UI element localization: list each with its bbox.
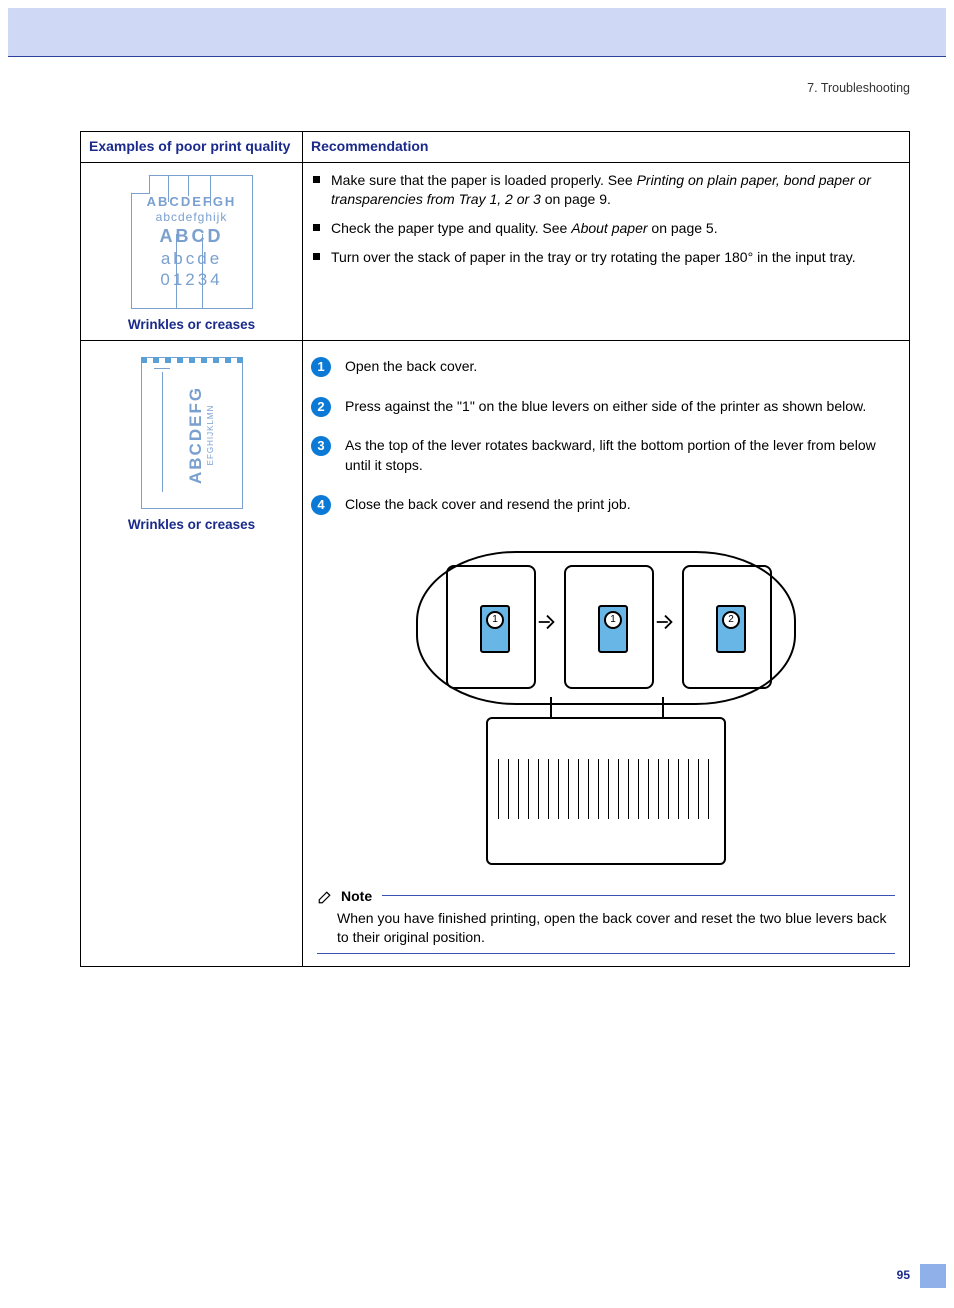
note-label: Note	[341, 888, 372, 904]
sample-text: 01234	[146, 269, 238, 290]
sample-text: abcde	[146, 248, 238, 269]
rec-text: Make sure that the paper is loaded prope…	[331, 172, 637, 188]
recommendation-item: Check the paper type and quality. See Ab…	[311, 219, 901, 248]
troubleshooting-table: Examples of poor print quality Recommend…	[80, 131, 910, 967]
table-row: ABCDEFGH abcdefghijk ABCD abcde 01234 Wr…	[81, 163, 910, 341]
step-text: As the top of the lever rotates backward…	[345, 437, 876, 473]
doc-xref-link[interactable]: About paper	[571, 220, 647, 236]
col-header-examples: Examples of poor print quality	[81, 132, 303, 163]
procedure-steps: 1 Open the back cover. 2 Press against t…	[311, 357, 901, 535]
rec-text: Check the paper type and quality. See	[331, 220, 571, 236]
step-number-icon: 3	[311, 436, 331, 456]
sample-text: EFGHIJKLMN	[206, 386, 215, 484]
rec-text: on page 9.	[541, 191, 611, 207]
sample-text: ABCDEFG	[186, 386, 206, 484]
arrow-right-icon	[536, 611, 558, 633]
note-block: Note When you have finished printing, op…	[317, 887, 895, 954]
sample-text: abcdefghijk	[146, 210, 238, 225]
step-number-icon: 4	[311, 495, 331, 515]
sample-text: ABCDEFGH	[146, 194, 238, 210]
recommendation-item: Turn over the stack of paper in the tray…	[311, 248, 901, 277]
recommendation-list: Make sure that the paper is loaded prope…	[311, 171, 901, 277]
example-caption: Wrinkles or creases	[89, 317, 294, 332]
lever-label: 1	[604, 611, 622, 629]
example-caption: Wrinkles or creases	[89, 517, 294, 532]
lever-diagram-illustration: 1 1 2	[406, 545, 806, 865]
lever-label: 1	[486, 611, 504, 629]
rec-text: on page 5.	[648, 220, 718, 236]
example-thumbnail-wrinkles-1: ABCDEFGH abcdefghijk ABCD abcde 01234	[131, 175, 253, 309]
section-index-tab[interactable]	[920, 1264, 946, 1288]
pdf-top-band	[8, 8, 946, 56]
step-number-icon: 1	[311, 357, 331, 377]
step-number-icon: 2	[311, 397, 331, 417]
step-text: Open the back cover.	[345, 358, 477, 374]
lever-label: 2	[722, 611, 740, 629]
col-header-recommendation: Recommendation	[303, 132, 910, 163]
step-item: 1 Open the back cover.	[311, 357, 901, 397]
table-row: ABCDEFG EFGHIJKLMN Wrinkles or creases 1…	[81, 341, 910, 967]
recommendation-item: Make sure that the paper is loaded prope…	[311, 171, 901, 219]
arrow-right-icon	[654, 611, 676, 633]
page: 7. Troubleshooting Examples of poor prin…	[0, 81, 954, 1308]
note-body: When you have finished printing, open th…	[317, 905, 895, 953]
sample-text: ABCD	[146, 225, 238, 248]
step-item: 3 As the top of the lever rotates backwa…	[311, 436, 901, 495]
example-thumbnail-wrinkles-2: ABCDEFG EFGHIJKLMN	[141, 357, 243, 509]
step-item: 4 Close the back cover and resend the pr…	[311, 495, 901, 535]
step-text: Close the back cover and resend the prin…	[345, 496, 631, 512]
page-number: 95	[897, 1268, 910, 1282]
header-rule	[8, 56, 946, 57]
rec-text: Turn over the stack of paper in the tray…	[331, 249, 856, 265]
note-pencil-icon	[317, 887, 335, 905]
step-item: 2 Press against the "1" on the blue leve…	[311, 397, 901, 437]
step-text: Press against the "1" on the blue levers…	[345, 398, 866, 414]
section-title: 7. Troubleshooting	[80, 81, 910, 95]
